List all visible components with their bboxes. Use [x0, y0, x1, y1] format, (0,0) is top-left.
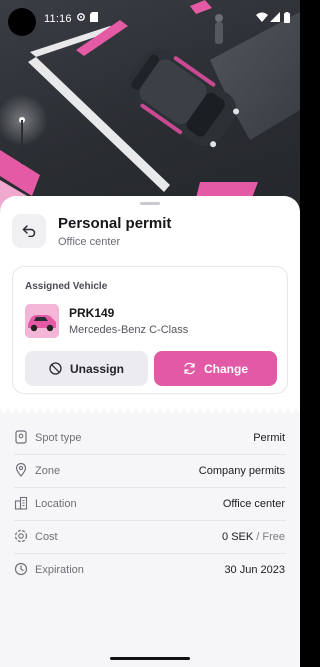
hero-image: 11:16: [0, 0, 300, 210]
detail-value: 0 SEK / Free: [222, 531, 285, 543]
detail-label: Zone: [35, 465, 61, 477]
spot-icon: [15, 430, 27, 444]
permit-header: Personal permit Office center: [12, 214, 288, 256]
change-button[interactable]: Change: [154, 351, 277, 386]
unassign-button[interactable]: Unassign: [25, 351, 148, 386]
car-icon: [25, 304, 59, 338]
status-time: 11:16: [44, 13, 72, 25]
detail-value: Company permits: [198, 465, 285, 477]
detail-label: Spot type: [35, 432, 82, 444]
permit-sheet: Personal permit Office center Assigned V…: [0, 196, 300, 667]
detail-value: Office center: [222, 498, 285, 510]
building-icon: [14, 496, 28, 510]
detail-value: 30 Jun 2023: [224, 564, 285, 576]
return-arrow-icon: [22, 225, 36, 237]
permit-details: Spot type Permit Zone Company permits Lo…: [0, 416, 300, 667]
detail-row-cost: Cost 0 SEK / Free: [14, 521, 286, 554]
camera-cutout: [8, 8, 36, 36]
vehicle-thumbnail: [25, 304, 59, 338]
clock-icon: [14, 562, 28, 576]
assigned-vehicle-card: Assigned Vehicle PRK149 Mercedes-Benz C-…: [12, 266, 288, 394]
cost-icon: [14, 529, 28, 543]
home-indicator[interactable]: [110, 657, 190, 660]
card-heading: Assigned Vehicle: [25, 281, 108, 292]
block-icon: [49, 362, 62, 375]
detail-row-location: Location Office center: [14, 488, 286, 521]
sheet-drag-handle[interactable]: [140, 202, 160, 205]
detail-label: Cost: [35, 531, 58, 543]
detail-label: Location: [35, 498, 77, 510]
detail-row-zone: Zone Company permits: [14, 455, 286, 488]
refresh-icon: [184, 362, 195, 375]
location-pin-icon: [15, 463, 27, 477]
detail-value: Permit: [253, 432, 285, 444]
detail-label: Expiration: [35, 564, 84, 576]
status-bar: 11:16: [0, 0, 300, 36]
vehicle-model: Mercedes-Benz C-Class: [69, 324, 189, 336]
ticket-edge: [0, 408, 300, 416]
cost-note: / Free: [256, 531, 285, 543]
vehicle-plate: PRK149: [69, 306, 115, 320]
detail-row-expiration: Expiration 30 Jun 2023: [14, 554, 286, 587]
page-subtitle: Office center: [58, 236, 121, 248]
page-title: Personal permit: [58, 215, 172, 232]
detail-row-spot-type: Spot type Permit: [14, 422, 286, 455]
cost-amount: 0 SEK: [222, 531, 254, 543]
change-label: Change: [203, 361, 248, 376]
unassign-label: Unassign: [69, 361, 124, 376]
back-button[interactable]: [12, 214, 46, 248]
